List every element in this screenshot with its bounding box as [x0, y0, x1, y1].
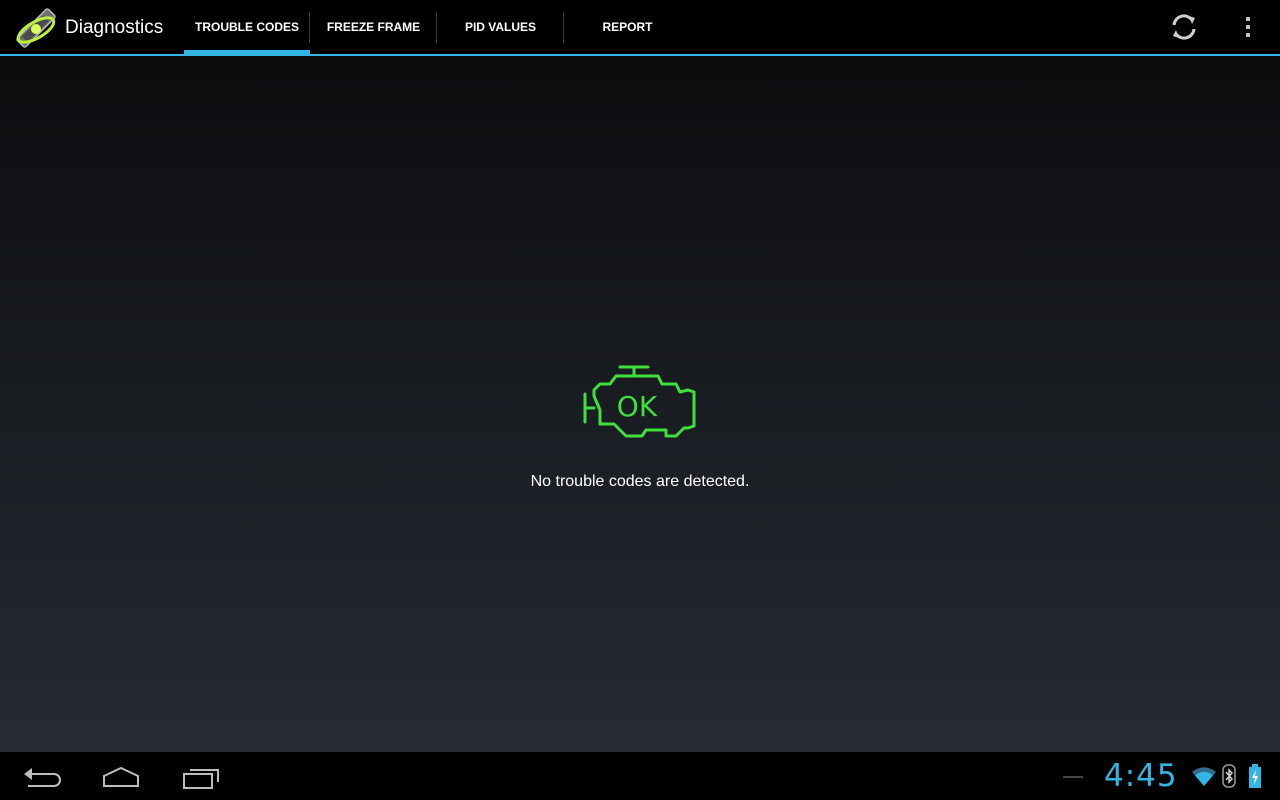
overflow-menu-icon[interactable] [1232, 8, 1264, 46]
status-message: No trouble codes are detected. [530, 473, 750, 490]
refresh-icon[interactable] [1165, 8, 1203, 46]
notification-indicator [1063, 776, 1083, 778]
tab-freeze-frame[interactable]: FREEZE FRAME [310, 0, 437, 54]
screen: Diagnostics TROUBLE CODES FREEZE FRAME P… [0, 0, 1280, 800]
back-icon[interactable] [16, 760, 66, 792]
home-icon[interactable] [96, 760, 146, 792]
engine-ok-label: OK [617, 390, 658, 423]
recents-icon[interactable] [176, 760, 226, 792]
app-logo-icon[interactable] [12, 4, 60, 52]
action-bar: Diagnostics TROUBLE CODES FREEZE FRAME P… [0, 0, 1280, 56]
tab-report-label: REPORT [602, 20, 653, 34]
battery-charging-icon [1248, 764, 1262, 788]
tab-bar: TROUBLE CODES FREEZE FRAME PID VALUES RE… [184, 0, 691, 54]
tab-freeze-frame-label: FREEZE FRAME [326, 20, 421, 34]
tab-pid-values-label: PID VALUES [464, 20, 537, 34]
system-navigation-bar: 4:45 [0, 752, 1280, 800]
bluetooth-icon [1222, 764, 1236, 788]
clock[interactable]: 4:45 [1104, 758, 1178, 794]
tab-trouble-codes[interactable]: TROUBLE CODES [184, 0, 310, 54]
tab-trouble-codes-label: TROUBLE CODES [194, 20, 299, 34]
main-content: OK No trouble codes are detected. [0, 56, 1280, 752]
app-title: Diagnostics [65, 17, 164, 38]
selected-tab-indicator [184, 50, 310, 54]
check-engine-icon: OK [580, 364, 702, 444]
tab-report[interactable]: REPORT [564, 0, 691, 54]
tab-pid-values[interactable]: PID VALUES [437, 0, 564, 54]
wifi-icon [1191, 765, 1217, 787]
